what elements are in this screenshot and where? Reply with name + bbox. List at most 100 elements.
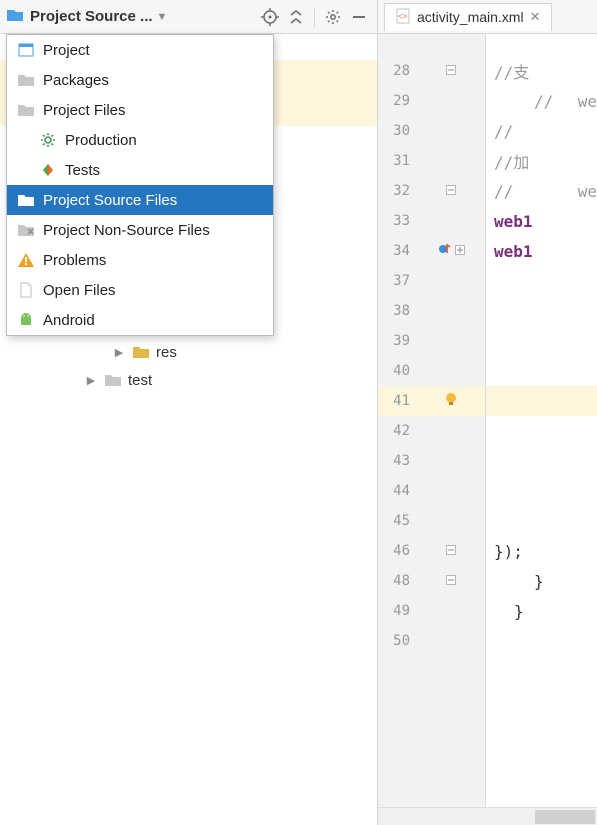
- line-number: 50: [378, 633, 416, 649]
- code-row[interactable]: [486, 446, 597, 476]
- line-number: 34: [378, 243, 416, 259]
- gutter-row[interactable]: 49: [378, 596, 485, 626]
- android-icon: [17, 311, 35, 329]
- gutter-row[interactable]: 45: [378, 506, 485, 536]
- gutter-row[interactable]: 30: [378, 116, 485, 146]
- fold-minus-icon[interactable]: [446, 63, 456, 79]
- code-text: //支: [494, 59, 529, 83]
- editor-code[interactable]: //支//we////加//weweb1web1});}}: [486, 34, 597, 825]
- fold-plus-icon[interactable]: [455, 243, 465, 259]
- code-row[interactable]: }: [486, 566, 597, 596]
- code-row[interactable]: [486, 416, 597, 446]
- dropdown-item[interactable]: Problems: [7, 245, 273, 275]
- gutter-marks: [416, 543, 485, 559]
- gutter-row[interactable]: 46: [378, 536, 485, 566]
- diamond-icon: [39, 161, 57, 179]
- code-row[interactable]: web1: [486, 236, 597, 266]
- gutter-row[interactable]: 31: [378, 146, 485, 176]
- dropdown-item[interactable]: Tests: [7, 155, 273, 185]
- gutter-row[interactable]: 42: [378, 416, 485, 446]
- gutter-row[interactable]: 44: [378, 476, 485, 506]
- collapse-all-icon[interactable]: [284, 5, 308, 29]
- code-row[interactable]: [486, 476, 597, 506]
- editor-tab[interactable]: <> activity_main.xml ✕: [384, 3, 552, 31]
- expand-arrow-icon[interactable]: ▶: [112, 346, 126, 359]
- fold-minus-icon[interactable]: [446, 573, 456, 589]
- scrollbar-thumb[interactable]: [535, 810, 595, 824]
- dropdown-item-label: Project Files: [43, 102, 126, 119]
- line-number: 49: [378, 603, 416, 619]
- dropdown-item-label: Project Source Files: [43, 192, 177, 209]
- code-row[interactable]: [486, 326, 597, 356]
- locate-icon[interactable]: [258, 5, 282, 29]
- code-row[interactable]: [486, 626, 597, 656]
- dropdown-item-label: Problems: [43, 252, 106, 269]
- gutter-marks: [416, 242, 485, 260]
- line-number: 41: [378, 393, 416, 409]
- view-mode-dropdown[interactable]: ProjectPackages Project Files ProductionTe…: [6, 34, 274, 336]
- gutter-row[interactable]: 32: [378, 176, 485, 206]
- code-row[interactable]: }: [486, 596, 597, 626]
- code-row[interactable]: //支: [486, 56, 597, 86]
- horizontal-scrollbar[interactable]: [378, 807, 597, 825]
- code-row[interactable]: web1: [486, 206, 597, 236]
- gutter-row[interactable]: 40: [378, 356, 485, 386]
- code-row[interactable]: });: [486, 536, 597, 566]
- gutter-row[interactable]: 37: [378, 266, 485, 296]
- folder-gray-icon: [17, 101, 35, 119]
- project-view-selector[interactable]: Project Source ...: [30, 8, 153, 25]
- code-text: //加: [494, 149, 529, 173]
- gutter-row[interactable]: 50: [378, 626, 485, 656]
- tree-row-res[interactable]: ▶ res: [0, 338, 377, 366]
- dropdown-item[interactable]: Packages: [7, 65, 273, 95]
- code-row[interactable]: //we: [486, 176, 597, 206]
- code-row[interactable]: [486, 296, 597, 326]
- tree-row-test[interactable]: ▶ test: [0, 366, 377, 394]
- editor-gutter[interactable]: 28 293031 32 33 34 37383940 41 4243444546 48 49 50: [378, 34, 486, 825]
- code-row[interactable]: [486, 506, 597, 536]
- breakpoint-icon[interactable]: [437, 242, 451, 260]
- tree-node-label: test: [128, 372, 152, 389]
- fold-minus-icon[interactable]: [446, 543, 456, 559]
- folder-blue-icon: [17, 191, 35, 209]
- gutter-row[interactable]: 28: [378, 56, 485, 86]
- close-icon[interactable]: ✕: [530, 9, 541, 25]
- dropdown-item[interactable]: Project Non-Source Files: [7, 215, 273, 245]
- dropdown-item[interactable]: Open Files: [7, 275, 273, 305]
- dropdown-item[interactable]: Project Source Files: [7, 185, 273, 215]
- folder-x-icon: [17, 221, 35, 239]
- code-row[interactable]: //加: [486, 146, 597, 176]
- code-row[interactable]: //: [486, 116, 597, 146]
- code-text: }: [534, 572, 544, 591]
- code-row[interactable]: [486, 386, 597, 416]
- settings-gear-icon[interactable]: [321, 5, 345, 29]
- project-tool-window: Project Source ... ▼ roid\The Fir: [0, 0, 378, 825]
- line-number: 28: [378, 63, 416, 79]
- gutter-row[interactable]: 39: [378, 326, 485, 356]
- dropdown-item[interactable]: Project: [7, 35, 273, 65]
- hide-tool-window-icon[interactable]: [347, 5, 371, 29]
- gutter-row[interactable]: 34: [378, 236, 485, 266]
- dropdown-item[interactable]: Android: [7, 305, 273, 335]
- code-row[interactable]: [486, 266, 597, 296]
- bulb-icon[interactable]: [443, 391, 459, 411]
- dropdown-item-label: Project Non-Source Files: [43, 222, 210, 239]
- expand-arrow-icon[interactable]: ▶: [84, 374, 98, 387]
- dropdown-item[interactable]: Project Files: [7, 95, 273, 125]
- gutter-row[interactable]: 41: [378, 386, 485, 416]
- dropdown-arrow-icon[interactable]: ▼: [157, 11, 168, 23]
- gutter-row[interactable]: 43: [378, 446, 485, 476]
- toolbar-separator: [314, 7, 315, 27]
- code-row[interactable]: //we: [486, 86, 597, 116]
- gutter-row[interactable]: 38: [378, 296, 485, 326]
- gutter-row[interactable]: 29: [378, 86, 485, 116]
- code-row[interactable]: [486, 356, 597, 386]
- line-number: 48: [378, 573, 416, 589]
- dropdown-item[interactable]: Production: [7, 125, 273, 155]
- line-number: 32: [378, 183, 416, 199]
- gutter-marks: [416, 183, 485, 199]
- gutter-row[interactable]: 48: [378, 566, 485, 596]
- project-view-icon: [6, 6, 24, 28]
- gutter-row[interactable]: 33: [378, 206, 485, 236]
- fold-minus-icon[interactable]: [446, 183, 456, 199]
